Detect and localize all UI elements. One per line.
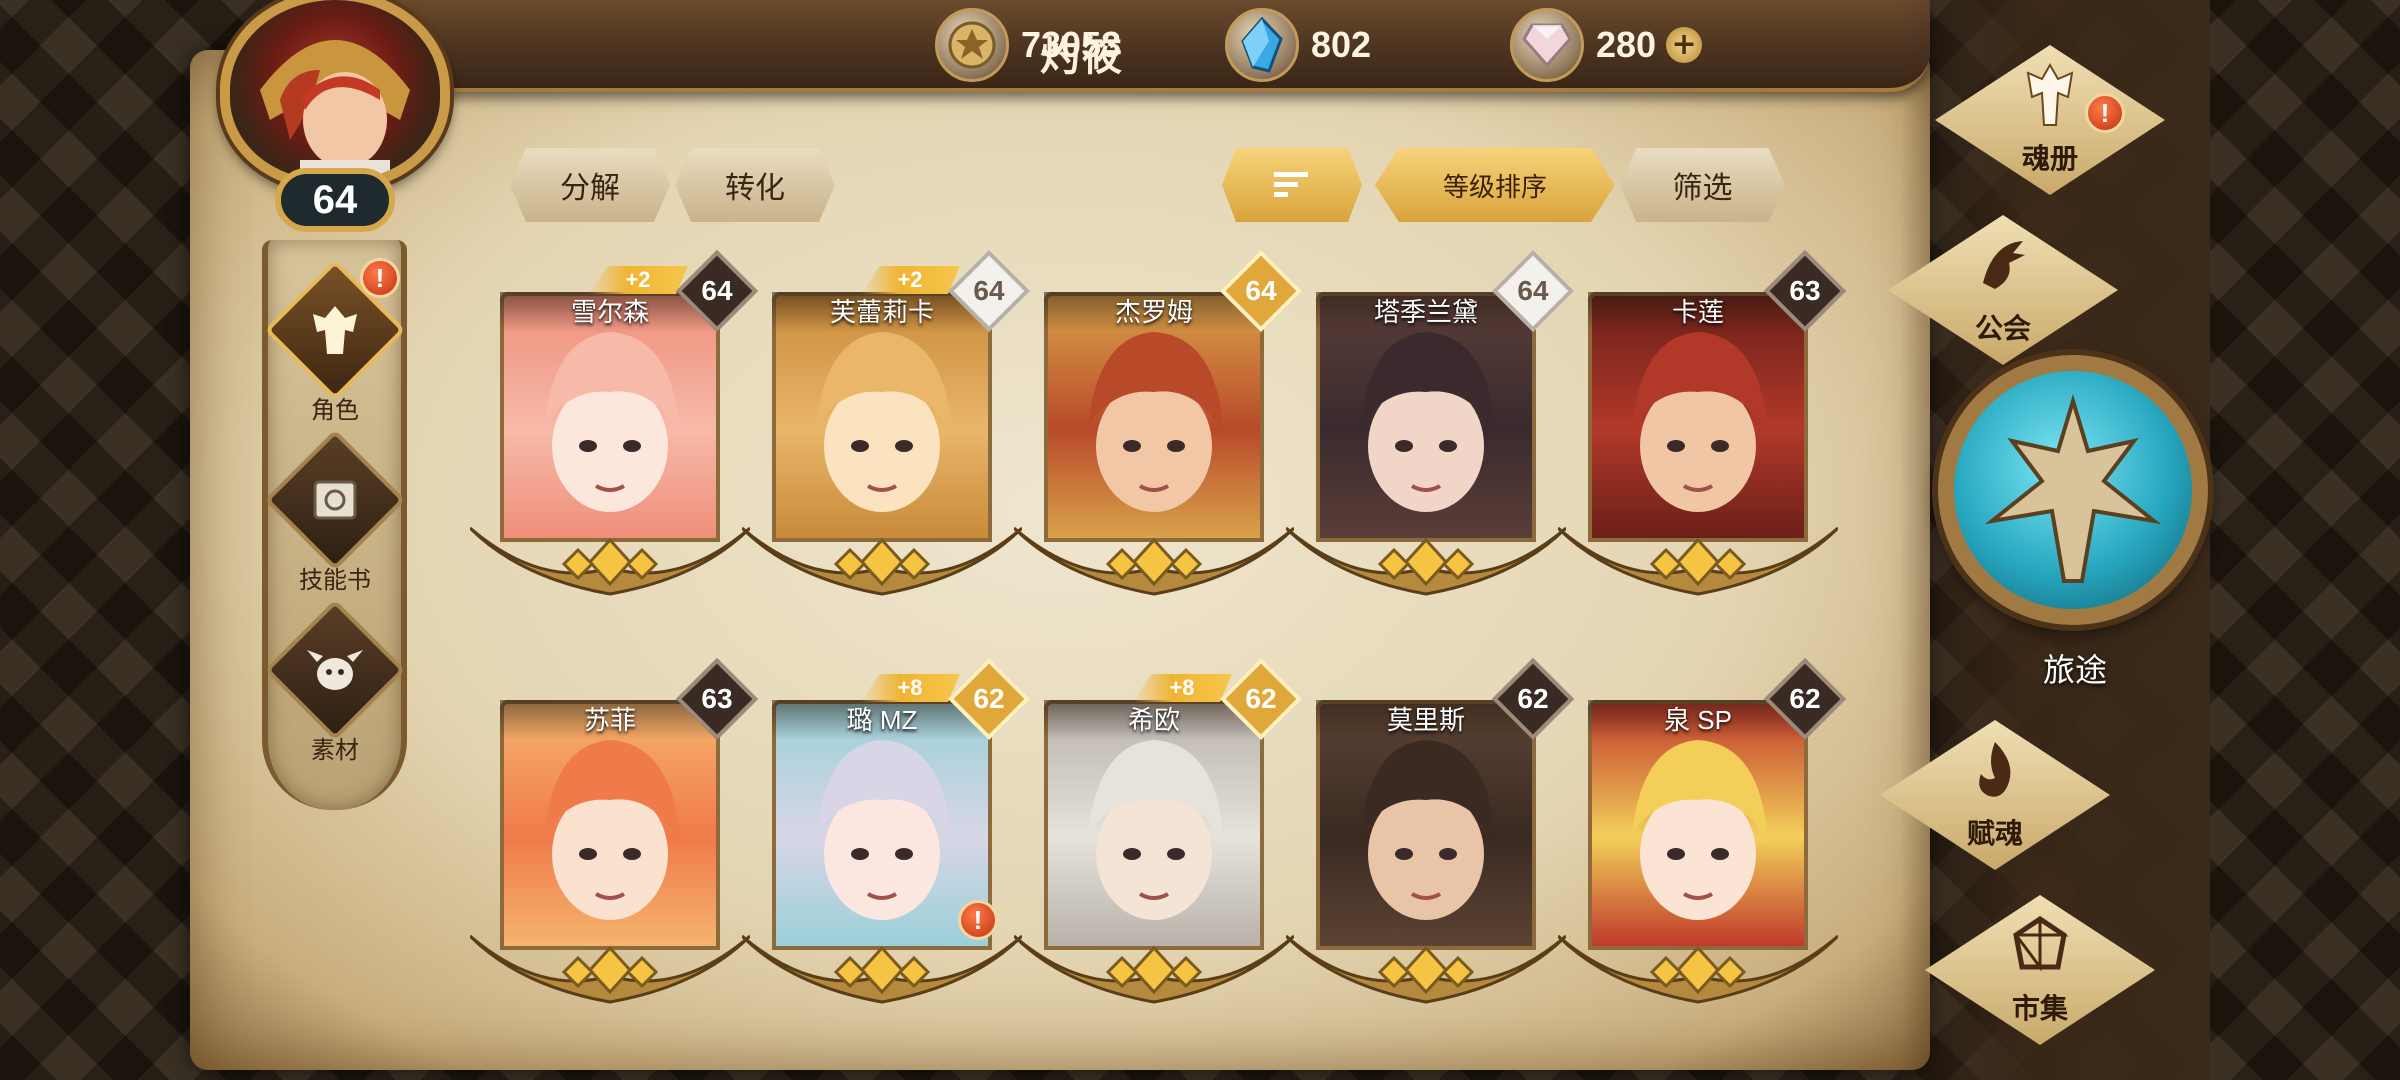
top-bar: 灼筱 73053 802 280 + <box>380 0 1930 92</box>
convert-button[interactable]: 转化 <box>675 148 835 222</box>
sort-list-icon <box>1274 172 1308 197</box>
character-card[interactable]: 杰罗姆 64 <box>1012 249 1303 596</box>
enhance-level-tag: +2 <box>860 266 960 294</box>
gold-coin-icon <box>935 8 1009 82</box>
add-gems-button[interactable]: + <box>1666 27 1703 63</box>
pink-gem-icon <box>1510 8 1584 82</box>
guild-dragon-icon <box>1983 241 2025 289</box>
player-avatar[interactable]: 64 <box>195 0 485 240</box>
character-level: 62 <box>1517 683 1549 714</box>
character-level: 64 <box>1517 275 1549 306</box>
crystal-currency: 802 <box>1225 8 1372 82</box>
soul-book-button[interactable]: 魂册 ! <box>1935 45 2165 195</box>
character-level: 62 <box>973 683 1005 714</box>
character-card[interactable]: 芙蕾莉卡 +2 64 <box>740 249 1031 596</box>
character-level: 64 <box>701 275 733 306</box>
rank-wings-icon <box>1012 926 1296 1006</box>
guild-label: 公会 <box>1974 313 2031 344</box>
decompose-button[interactable]: 分解 <box>510 148 670 222</box>
guild-button[interactable]: 公会 <box>1888 215 2118 365</box>
crystal-amount: 802 <box>1311 24 1372 65</box>
character-level: 63 <box>1789 275 1821 306</box>
soul-book-alert-icon: ! <box>2085 93 2125 133</box>
rank-wings-icon <box>468 926 752 1006</box>
rank-wings-icon <box>1284 926 1568 1006</box>
player-level-badge: 64 <box>275 168 395 232</box>
rank-wings-icon <box>740 518 1024 598</box>
endow-soul-flame-icon <box>1979 742 2011 797</box>
character-level: 62 <box>1789 683 1821 714</box>
gem-currency: 280 + <box>1510 8 1703 82</box>
filter-button[interactable]: 筛选 <box>1620 148 1785 222</box>
gold-amount: 73053 <box>1021 24 1122 65</box>
character-card[interactable]: 希欧 +8 62 <box>1012 657 1303 1004</box>
skill-book-icon <box>313 480 357 520</box>
journey-disk <box>1938 355 2208 625</box>
skillbook-gem <box>264 429 406 571</box>
rank-wings-icon <box>1284 518 1568 598</box>
rank-wings-icon <box>1012 518 1296 598</box>
market-label: 市集 <box>2011 993 2068 1024</box>
rank-wings-icon <box>1556 926 1840 1006</box>
gem-amount: 280 <box>1596 24 1657 65</box>
market-gem-icon <box>2013 915 2069 972</box>
character-level: 64 <box>973 275 1005 306</box>
enhance-level-tag: +8 <box>1132 674 1232 702</box>
character-level: 62 <box>1245 683 1277 714</box>
rank-wings-icon <box>1556 518 1840 598</box>
character-card[interactable]: 卡莲 63 <box>1556 249 1847 596</box>
journey-label: 旅途 <box>2042 652 2107 688</box>
blue-crystal-icon <box>1225 8 1299 82</box>
journey-button[interactable]: 旅途 <box>1930 345 2220 695</box>
sort-order-button[interactable] <box>1222 148 1362 222</box>
endow-soul-label: 赋魂 <box>1966 818 2023 849</box>
journey-tree-emblem-icon <box>1984 394 2162 583</box>
sidebar-item-materials[interactable]: 素材 <box>264 599 406 765</box>
gold-currency: 73053 <box>935 8 1122 82</box>
sidebar-item-skillbooks[interactable]: 技能书 <box>264 429 406 595</box>
soul-book-emblem-icon <box>2026 63 2074 126</box>
material-creature-icon <box>307 650 363 690</box>
character-level: 63 <box>701 683 733 714</box>
rank-wings-icon <box>468 518 752 598</box>
materials-gem <box>264 599 406 741</box>
character-helmet-icon <box>313 306 357 354</box>
enhance-level-tag: +8 <box>860 674 960 702</box>
character-card[interactable]: 苏菲 63 <box>468 657 759 1004</box>
sidebar-item-characters[interactable]: 角色 ! <box>264 258 406 425</box>
game-screen: 灼筱 73053 802 280 + 64 角色 ! 技能书 素材 分解 转化 … <box>0 0 2400 1080</box>
endow-soul-button[interactable]: 赋魂 <box>1880 720 2110 870</box>
character-card[interactable]: 塔季兰黛 64 <box>1284 249 1575 596</box>
character-card[interactable]: 莫里斯 62 <box>1284 657 1575 1004</box>
soul-book-label: 魂册 <box>2021 143 2078 174</box>
left-sidebar: 角色 ! 技能书 素材 <box>262 240 407 810</box>
character-card[interactable]: 泉 SP 62 <box>1556 657 1847 1004</box>
market-button[interactable]: 市集 <box>1925 895 2155 1045</box>
characters-alert-icon: ! <box>360 258 400 298</box>
enhance-level-tag: +2 <box>588 266 688 294</box>
avatar-portrait <box>220 0 450 190</box>
character-card[interactable]: 雪尔森 +2 64 <box>468 249 759 596</box>
character-card[interactable]: 璐 MZ +8 62! <box>740 657 1031 1004</box>
character-alert-icon: ! <box>958 900 998 940</box>
sort-by-level-button[interactable]: 等级排序 <box>1375 148 1615 222</box>
character-level: 64 <box>1245 275 1277 306</box>
